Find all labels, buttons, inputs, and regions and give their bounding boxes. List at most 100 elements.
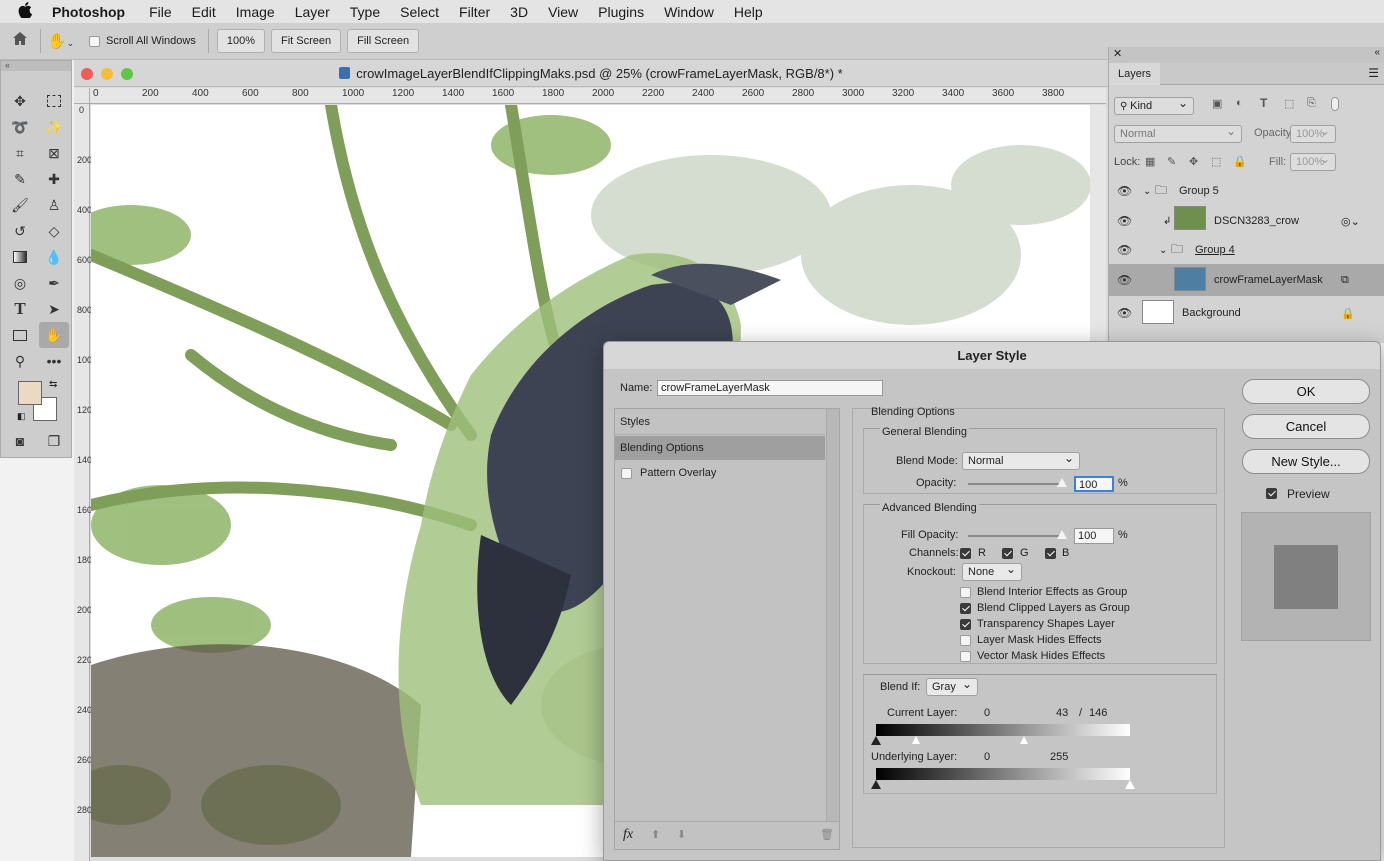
blend-mode-dropdown[interactable]: Normal: [962, 450, 1080, 470]
eyedropper-tool-icon[interactable]: ✎: [9, 169, 31, 189]
chevron-down-icon[interactable]: ⌄: [1143, 186, 1151, 197]
channel-r-checkbox[interactable]: [960, 548, 971, 559]
current-layer-white-handle-right[interactable]: [1020, 736, 1028, 744]
path-selection-tool-icon[interactable]: ➤: [43, 299, 65, 319]
ruler-origin[interactable]: [74, 88, 90, 104]
apple-menu-icon[interactable]: [0, 1, 50, 22]
filter-smart-object-icon[interactable]: ⎘: [1307, 97, 1316, 110]
home-icon[interactable]: [0, 31, 40, 51]
move-down-icon[interactable]: ⬇: [677, 828, 686, 841]
fill-opacity-slider[interactable]: [968, 535, 1064, 537]
filter-adjustment-icon[interactable]: ◐: [1236, 97, 1243, 109]
rectangle-tool-icon[interactable]: [9, 325, 31, 345]
menu-plugins[interactable]: Plugins: [588, 4, 654, 20]
swap-colors-icon[interactable]: ⇆: [49, 379, 57, 390]
menu-help[interactable]: Help: [724, 4, 773, 20]
zoom-100-button[interactable]: 100%: [216, 29, 265, 53]
gradient-tool-icon[interactable]: [9, 247, 31, 267]
lock-pixels-icon[interactable]: ✎: [1167, 155, 1176, 168]
styles-scrollbar[interactable]: [826, 409, 839, 821]
scroll-all-windows-checkbox[interactable]: Scroll All Windows: [89, 35, 196, 47]
visibility-eye-icon[interactable]: 👁: [1117, 306, 1132, 320]
frame-tool-icon[interactable]: ⊠: [43, 143, 65, 163]
layer-mask-hides-effects-checkbox[interactable]: [960, 635, 971, 646]
blend-if-dropdown[interactable]: Gray: [926, 676, 978, 696]
opacity-input[interactable]: 100: [1074, 476, 1114, 492]
more-tools-icon[interactable]: •••: [43, 351, 65, 371]
knockout-dropdown[interactable]: None: [962, 561, 1022, 581]
minimize-window-icon[interactable]: [101, 68, 113, 80]
menu-view[interactable]: View: [538, 4, 588, 20]
menu-image[interactable]: Image: [226, 4, 285, 20]
move-up-icon[interactable]: ⬆: [651, 828, 660, 841]
layer-row-group-5[interactable]: 👁 ⌄ 🗀 Group 5: [1109, 176, 1384, 206]
filter-toggle[interactable]: [1331, 97, 1339, 111]
opacity-field[interactable]: 100%: [1290, 123, 1336, 143]
name-input[interactable]: crowFrameLayerMask: [657, 380, 883, 396]
transparency-shapes-checkbox[interactable]: [960, 619, 971, 630]
fx-icon[interactable]: fx: [623, 827, 633, 843]
trash-icon[interactable]: 🗑: [820, 828, 834, 841]
quick-mask-icon[interactable]: ◙: [9, 431, 31, 451]
panel-menu-icon[interactable]: ☰: [1368, 66, 1379, 80]
blur-tool-icon[interactable]: 💧: [43, 247, 65, 267]
close-window-icon[interactable]: [81, 68, 93, 80]
visibility-eye-icon[interactable]: 👁: [1117, 243, 1132, 257]
menu-select[interactable]: Select: [390, 4, 449, 20]
foreground-color-swatch[interactable]: [18, 381, 42, 405]
current-layer-black-handle[interactable]: [871, 736, 881, 745]
lock-all-icon[interactable]: 🔒: [1233, 155, 1247, 168]
chevron-down-icon[interactable]: ⌄: [1159, 245, 1167, 256]
current-layer-gradient-bar[interactable]: [876, 724, 1130, 736]
lock-position-icon[interactable]: ✥: [1189, 155, 1198, 168]
underlying-layer-white-handle[interactable]: [1125, 780, 1135, 789]
healing-brush-tool-icon[interactable]: ✚: [43, 169, 65, 189]
underlying-layer-gradient-bar[interactable]: [876, 768, 1130, 780]
history-brush-tool-icon[interactable]: ↺: [9, 221, 31, 241]
stamp-tool-icon[interactable]: ♙: [43, 195, 65, 215]
blend-mode-select[interactable]: Normal: [1114, 123, 1242, 143]
app-menu[interactable]: Photoshop: [50, 4, 139, 20]
menu-filter[interactable]: Filter: [449, 4, 500, 20]
preview-checkbox[interactable]: [1266, 488, 1277, 499]
default-colors-icon[interactable]: ◧: [17, 411, 26, 422]
filter-pixel-icon[interactable]: ▣: [1212, 97, 1222, 110]
vertical-ruler[interactable]: 0 200 400 600 800 1000 1200 1400 1600 18…: [74, 104, 97, 861]
horizontal-ruler[interactable]: 0 200 400 600 800 1000 1200 1400 1600 18…: [90, 88, 1106, 104]
dodge-tool-icon[interactable]: ◎: [9, 273, 31, 293]
brush-tool-icon[interactable]: 🖌: [9, 195, 31, 215]
fill-opacity-slider-handle[interactable]: [1057, 530, 1067, 539]
layer-row-background[interactable]: 👁 Background 🔒: [1109, 298, 1384, 328]
lock-transparent-icon[interactable]: ▦: [1145, 155, 1155, 168]
zoom-tool-icon[interactable]: ⚲: [9, 351, 31, 371]
collapse-icon[interactable]: «: [1, 61, 71, 71]
vector-mask-hides-effects-checkbox[interactable]: [960, 651, 971, 662]
fit-screen-button[interactable]: Fit Screen: [271, 29, 342, 53]
channel-b-checkbox[interactable]: [1045, 548, 1056, 559]
zoom-window-icon[interactable]: [121, 68, 133, 80]
fill-field[interactable]: 100%: [1290, 151, 1336, 171]
blend-interior-effects-checkbox[interactable]: [960, 587, 971, 598]
ok-button[interactable]: OK: [1242, 379, 1370, 404]
blend-if-icon[interactable]: ◎⌄: [1341, 215, 1360, 228]
channel-g-checkbox[interactable]: [1002, 548, 1013, 559]
type-tool-icon[interactable]: T: [9, 299, 31, 319]
fill-opacity-input[interactable]: 100: [1074, 528, 1114, 544]
underlying-layer-black-handle[interactable]: [871, 780, 881, 789]
filter-shape-icon[interactable]: ⬚: [1284, 97, 1294, 110]
menu-edit[interactable]: Edit: [182, 4, 226, 20]
styles-header[interactable]: Styles: [615, 409, 825, 435]
layer-row-crowframelayermask[interactable]: 👁 crowFrameLayerMask ⧉: [1109, 264, 1384, 296]
blending-options-item[interactable]: Blending Options: [615, 436, 825, 460]
layer-row-dscn3283-crow[interactable]: 👁 ↲ DSCN3283_crow ◎⌄: [1109, 206, 1384, 236]
menu-file[interactable]: File: [139, 4, 182, 20]
menu-type[interactable]: Type: [340, 4, 390, 20]
blend-clipped-layers-checkbox[interactable]: [960, 603, 971, 614]
visibility-eye-icon[interactable]: 👁: [1117, 214, 1132, 228]
menu-layer[interactable]: Layer: [285, 4, 340, 20]
cancel-button[interactable]: Cancel: [1242, 414, 1370, 439]
layer-row-group-4[interactable]: 👁 ⌄ 🗀 Group 4: [1109, 236, 1384, 264]
opacity-slider-handle[interactable]: [1057, 478, 1067, 487]
lock-artboard-icon[interactable]: ⬚: [1211, 155, 1221, 168]
marquee-tool-icon[interactable]: [43, 91, 65, 111]
